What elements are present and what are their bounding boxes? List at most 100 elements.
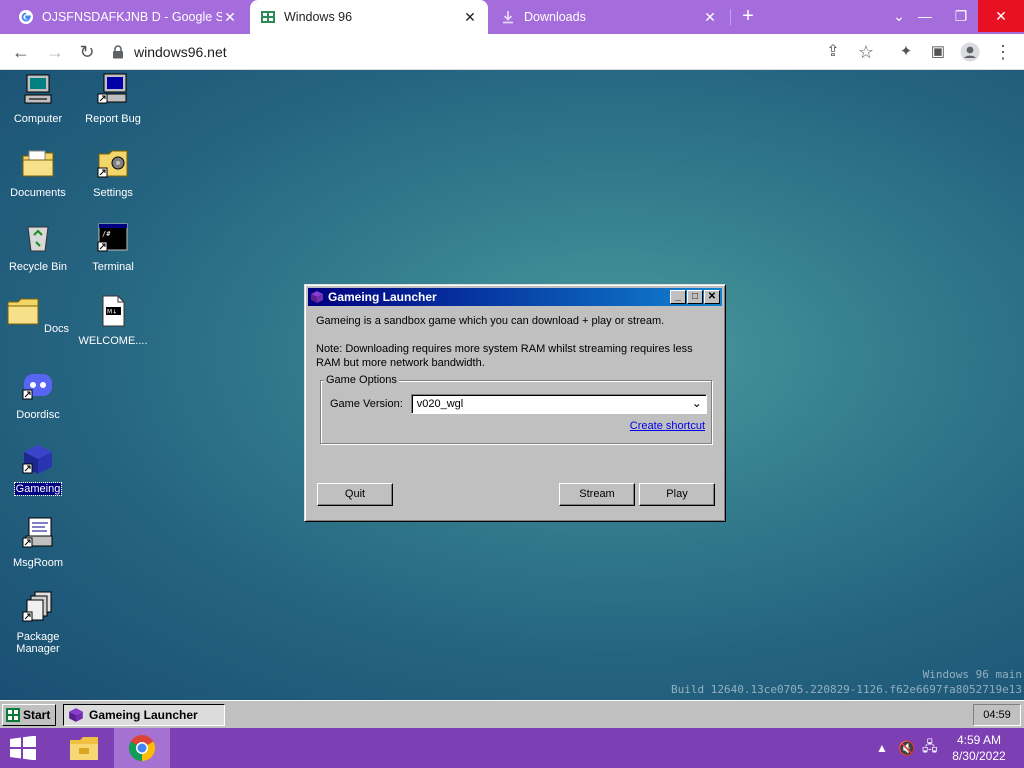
profile-avatar-icon[interactable] [957, 39, 983, 65]
tab-downloads[interactable]: Downloads ✕ [490, 0, 728, 34]
game-version-label: Game Version: [330, 398, 403, 410]
tab-separator [730, 9, 731, 25]
tab-title: Downloads [524, 10, 586, 24]
close-icon[interactable]: ✕ [704, 290, 720, 304]
tab-title: OJSFNSDAFKJNB D - Google Sea [42, 10, 222, 24]
quit-button[interactable]: Quit [317, 483, 393, 506]
volume-muted-icon[interactable]: 🔇 [898, 728, 915, 768]
google-icon [19, 10, 33, 24]
desktop-icon-gameing[interactable]: Gameing [0, 442, 76, 496]
doordisc-icon [22, 374, 52, 400]
close-window-icon[interactable]: ✕ [978, 0, 1024, 32]
start-label: Start [23, 708, 51, 722]
file-explorer-pin[interactable] [56, 728, 112, 768]
url-text: windows96.net [134, 44, 227, 60]
window-body: Gameing is a sandbox game which you can … [308, 306, 722, 444]
game-version-row: Game Version: v020_wgl ⌄ [330, 394, 707, 414]
side-panel-icon[interactable]: ▣ [925, 39, 951, 65]
desktop-icon-label: Gameing [13, 482, 63, 496]
win96-clock: 04:59 [973, 704, 1021, 726]
close-tab-icon[interactable]: ✕ [702, 9, 718, 26]
desktop-icon-package-manager[interactable]: Package Manager [0, 590, 76, 655]
menu-kebab-icon[interactable]: ⋮ [990, 39, 1016, 65]
play-button[interactable]: Play [639, 483, 715, 506]
reload-icon[interactable]: ↻ [74, 39, 100, 65]
taskbar-item-label: Gameing Launcher [89, 708, 198, 722]
forward-arrow-icon[interactable]: → [42, 39, 68, 65]
desktop-icon-label: Docs [44, 323, 70, 335]
windows96-icon [261, 11, 275, 23]
create-shortcut-link[interactable]: Create shortcut [630, 419, 705, 433]
close-tab-icon[interactable]: ✕ [222, 9, 238, 26]
network-icon[interactable]: 🖧 [922, 728, 938, 768]
taskbar-item-gameing-launcher[interactable]: Gameing Launcher [63, 704, 225, 726]
group-legend: Game Options [324, 373, 399, 387]
tab-windows96[interactable]: Windows 96 ✕ [250, 0, 488, 34]
markdown-file-icon: M↓ [102, 295, 125, 327]
game-options-group: Game Options Game Version: v020_wgl ⌄ Cr… [320, 373, 712, 444]
build-watermark-line1: Windows 96 main [922, 668, 1022, 681]
game-version-select[interactable]: v020_wgl ⌄ [410, 394, 707, 414]
svg-text:/#: /# [102, 230, 111, 238]
desktop-icon-label: Package Manager [16, 631, 60, 655]
launcher-description: Gameing is a sandbox game which you can … [316, 315, 665, 327]
desktop-icon-label: MsgRoom [12, 557, 64, 569]
address-bar[interactable]: windows96.net [112, 39, 882, 65]
gameing-cube-icon [311, 291, 323, 303]
desktop-icon-doordisc[interactable]: Doordisc [0, 368, 76, 421]
extensions-icon[interactable]: ✦ [893, 39, 919, 65]
tab-google-search[interactable]: OJSFNSDAFKJNB D - Google Sea ✕ [8, 0, 248, 34]
share-icon[interactable]: ⇪ [820, 39, 846, 65]
desktop-icon-label: Report Bug [85, 113, 141, 125]
desktop-icon-label: Documents [10, 187, 66, 199]
desktop: Computer Report Bug Documents Settings R… [0, 70, 1024, 700]
start-button[interactable]: Start [2, 704, 56, 726]
restore-icon[interactable]: ❐ [944, 0, 978, 32]
chrome-pin[interactable] [114, 728, 170, 768]
chrome-icon [128, 735, 156, 762]
chevron-down-icon: ⌄ [691, 396, 702, 410]
desktop-icon-documents[interactable]: Documents [0, 146, 76, 199]
system-clock[interactable]: 4:59 AM 8/30/2022 [948, 732, 1010, 764]
report-bug-icon [97, 73, 127, 104]
terminal-icon: /# [97, 223, 128, 252]
game-version-value: v020_wgl [416, 398, 464, 410]
windows96-logo-icon [6, 708, 20, 722]
close-tab-icon[interactable]: ✕ [462, 9, 478, 26]
build-watermark-line2: Build 12640.13ce0705.220829-1126.f62e669… [671, 683, 1022, 696]
gameing-launcher-window: Gameing Launcher _ □ ✕ Gameing is a sand… [304, 284, 726, 522]
desktop-icon-report-bug[interactable]: Report Bug [75, 72, 151, 125]
desktop-icon-terminal[interactable]: /# Terminal [75, 220, 151, 273]
desktop-icon-label: WELCOME.... [78, 335, 148, 347]
gameing-cube-icon [69, 708, 83, 722]
lock-icon [113, 45, 123, 59]
minimize-icon[interactable]: — [908, 0, 942, 32]
desktop-icon-label: Computer [13, 113, 63, 125]
download-icon [503, 11, 513, 24]
show-hidden-icons-chevron-icon[interactable]: ▲ [876, 728, 888, 768]
clock-date: 8/30/2022 [952, 749, 1006, 763]
desktop-icon-docs[interactable]: Docs [0, 294, 76, 335]
gameing-cube-icon [22, 445, 52, 474]
desktop-icon-settings[interactable]: Settings [75, 146, 151, 199]
window-title-bar[interactable]: Gameing Launcher _ □ ✕ [308, 288, 722, 306]
host-taskbar: ▲ 🔇 🖧 4:59 AM 8/30/2022 [0, 728, 1024, 768]
desktop-icon-label: Doordisc [16, 409, 60, 421]
minimize-icon[interactable]: _ [670, 290, 686, 304]
bookmark-star-icon[interactable]: ☆ [853, 39, 879, 65]
windows-start-icon[interactable] [8, 736, 38, 760]
desktop-icon-label: Recycle Bin [8, 261, 68, 273]
win96-taskbar: Start Gameing Launcher 04:59 [0, 700, 1024, 728]
desktop-icon-msgroom[interactable]: MsgRoom [0, 516, 76, 569]
desktop-icon-computer[interactable]: Computer [0, 72, 76, 125]
back-arrow-icon[interactable]: ← [8, 39, 34, 65]
maximize-icon[interactable]: □ [687, 290, 703, 304]
browser-toolbar: ← → ↻ windows96.net ⇪ ☆ ✦ ▣ ⋮ [0, 34, 1024, 70]
computer-icon [24, 74, 52, 104]
desktop-icon-welcome[interactable]: M↓ WELCOME.... [75, 294, 151, 347]
desktop-icon-recycle-bin[interactable]: Recycle Bin [0, 220, 76, 273]
stream-button[interactable]: Stream [559, 483, 635, 506]
documents-folder-icon [22, 150, 54, 177]
new-tab-button[interactable]: + [736, 4, 760, 28]
package-manager-icon [22, 591, 52, 622]
